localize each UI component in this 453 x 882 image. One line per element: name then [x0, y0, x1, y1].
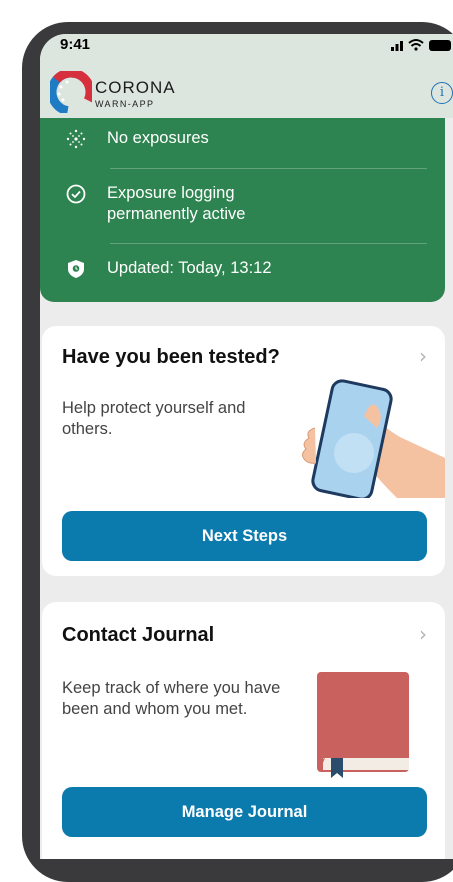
risk-row-logging: Exposure logging permanently active: [65, 183, 307, 225]
brand: CORONA WARN-APP: [95, 78, 176, 109]
status-time: 9:41: [60, 36, 91, 53]
wifi-icon: [408, 39, 424, 51]
tested-card-body: Help protect yourself and others.: [62, 399, 246, 438]
corona-warn-app-logo: [50, 71, 92, 113]
check-circle-icon: [66, 184, 86, 204]
risk-text-exposures: No exposures: [107, 129, 209, 147]
book-icon: [317, 672, 409, 778]
shield-icon: [68, 260, 84, 278]
next-steps-button[interactable]: Next Steps: [62, 511, 427, 561]
risk-row-updated: Updated: Today, 13:12: [65, 258, 272, 280]
risk-row-exposures: No exposures: [65, 128, 209, 150]
brand-name: CORONA: [95, 78, 176, 97]
journal-card-body: Keep track of where you have been and wh…: [62, 679, 281, 718]
hand-phone-illustration: [302, 379, 445, 498]
risk-text-logging: Exposure logging permanently active: [107, 184, 246, 223]
manage-journal-button[interactable]: Manage Journal: [62, 787, 427, 837]
chevron-right-icon: ›: [419, 622, 427, 646]
brand-subtitle: WARN-APP: [95, 99, 155, 109]
chevron-right-icon: ›: [419, 344, 427, 368]
status-bar: 9:41: [40, 34, 453, 56]
tested-card[interactable]: Have you been tested? › Help protect you…: [42, 326, 445, 576]
divider: [110, 243, 427, 244]
divider: [110, 168, 427, 169]
tested-card-title: Have you been tested?: [62, 346, 280, 368]
app-screen: CORONA WARN-APP i 9:41 No exposures Expo…: [40, 34, 453, 859]
info-button[interactable]: i: [431, 82, 453, 104]
risk-text-updated: Updated: Today, 13:12: [107, 259, 272, 277]
risk-card[interactable]: No exposures Exposure logging permanentl…: [40, 118, 445, 302]
signal-icon: [391, 41, 403, 51]
status-icons: [391, 39, 451, 51]
contact-journal-card[interactable]: Contact Journal › Keep track of where yo…: [42, 602, 445, 859]
journal-card-title: Contact Journal: [62, 624, 215, 646]
virus-icon: [66, 129, 86, 149]
battery-icon: [429, 40, 451, 51]
